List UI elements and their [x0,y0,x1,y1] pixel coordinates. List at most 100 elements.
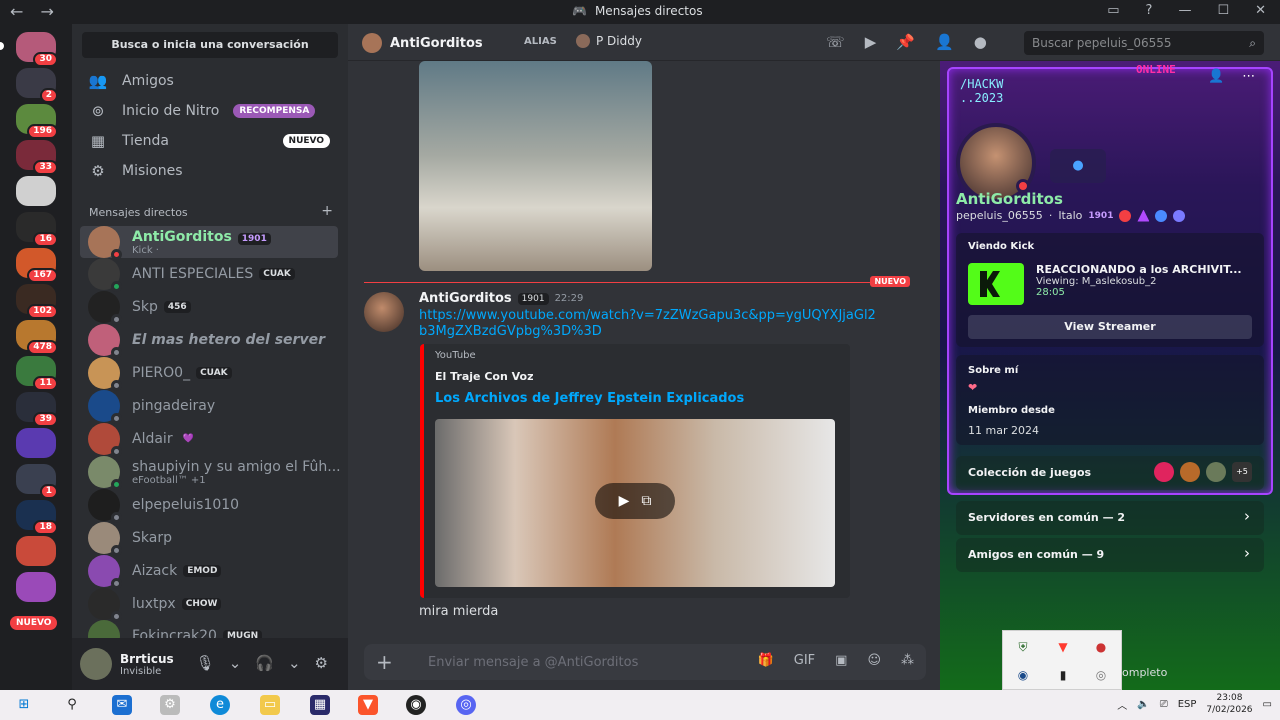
app-icon[interactable]: ● [1093,639,1109,655]
message-composer[interactable]: + Enviar mensaje a @AntiGorditos 🎁 GIF ▣… [364,644,926,680]
mutual-friends-row[interactable]: Amigos en común — 9 › [956,538,1264,572]
more-icon[interactable]: ⋯ [1242,69,1255,84]
notifications-icon[interactable]: ▭ [1263,699,1272,710]
server-icon[interactable]: 33 [16,140,58,175]
dm-item[interactable]: luxtpx CHOW [80,588,338,622]
embed-title[interactable]: Los Archivos de Jeffrey Epstein Explicad… [435,391,744,406]
sticker-icon[interactable]: ▣ [835,653,847,668]
inbox-icon[interactable]: ▭ [1107,3,1119,18]
video-thumbnail[interactable]: ▶ ⧉ [435,419,835,587]
dm-item[interactable]: Fokincrak20 MUGN [80,620,338,638]
server-icon[interactable] [16,572,56,602]
server-icon[interactable]: 2 [16,68,58,103]
conversation-search-button[interactable]: Busca o inicia una conversación [82,32,338,58]
help-icon[interactable]: ? [1146,3,1153,18]
server-icon[interactable] [16,428,56,458]
server-icon[interactable]: 30 [16,32,58,67]
dm-item[interactable]: Skarp [80,522,338,556]
server-icon[interactable]: 167 [16,248,58,283]
user-profile-icon[interactable]: ● [974,33,987,51]
settings-icon[interactable]: ⚙ [160,695,180,715]
clock[interactable]: 23:08 7/02/2026 [1206,692,1252,716]
back-icon[interactable]: ← [10,2,23,21]
add-friends-icon[interactable]: 👤 [935,33,954,51]
dm-item[interactable]: Aldair 💜 [80,423,338,457]
file-explorer-icon[interactable]: ▭ [260,695,280,715]
dm-item[interactable]: pingadeiray [80,390,338,424]
shield-icon[interactable]: ⛨ [1015,639,1031,655]
discord-tray-icon[interactable]: ◎ [1093,667,1109,683]
microphone-icon[interactable]: ▮ [1055,667,1071,683]
server-icon[interactable] [16,536,56,566]
chevron-down-icon[interactable]: ⌄ [288,654,301,672]
new-servers-badge[interactable]: NUEVO [10,616,58,630]
brave-icon[interactable]: ▼ [358,695,378,715]
nav-shop[interactable]: ▦ Tienda NUEVO [88,127,338,155]
video-call-icon[interactable]: ▶ [865,33,877,51]
message-avatar[interactable] [364,292,404,332]
chevron-down-icon[interactable]: ⌄ [229,654,242,672]
dm-item[interactable]: PIERO0_ CUAK [80,357,338,391]
dm-item[interactable]: El mas hetero del server [80,324,338,358]
nav-friends[interactable]: 👥 Amigos [88,67,338,95]
app-icon[interactable]: ▦ [310,695,330,715]
shared-photo[interactable] [419,61,652,271]
volume-icon[interactable]: 🔈 [1137,699,1149,710]
dm-item[interactable]: AntiGorditos 1901 Kick · [80,226,338,260]
youtube-link[interactable]: https://www.youtube.com/watch?v=7zZWzGap… [419,308,879,340]
games-collection-row[interactable]: Colección de juegos +5 [956,456,1264,490]
voice-call-icon[interactable]: ☏ [826,33,845,51]
maximize-icon[interactable]: ☐ [1217,3,1229,18]
chevron-up-icon[interactable]: ︿ [1117,697,1127,712]
server-icon[interactable]: 102 [16,284,58,319]
edge-icon[interactable]: e [210,695,230,715]
add-dm-icon[interactable]: + [321,204,333,219]
forward-icon[interactable]: → [41,2,54,21]
server-icon[interactable]: 1 [16,464,58,499]
search-icon[interactable]: ⚲ [62,695,82,715]
message-author[interactable]: AntiGorditos [419,291,512,306]
dm-item[interactable]: shaupiyin y su amigo el Fûh... eFootball… [80,456,341,490]
gift-icon[interactable]: 🎁 [758,653,774,668]
server-icon[interactable] [16,176,56,206]
microphone-icon[interactable]: 🎙 [196,654,215,672]
embed-author[interactable]: El Traje Con Voz [435,370,533,383]
start-icon[interactable]: ⊞ [14,695,34,715]
nav-nitro[interactable]: ⊚ Inicio de Nitro RECOMPENSA [88,97,338,125]
gif-icon[interactable]: GIF [794,653,815,668]
nav-quests[interactable]: ⚙ Misiones [88,157,338,185]
settings-gear-icon[interactable]: ⚙ [315,654,328,672]
kick-logo-icon [968,263,1024,305]
server-icon[interactable]: 11 [16,356,58,391]
server-icon[interactable]: 16 [16,212,58,247]
dm-item[interactable]: Aizack EMOD [80,555,338,589]
attach-plus-icon[interactable]: + [376,650,406,674]
brave-icon[interactable]: ▼ [1055,639,1071,655]
server-icon[interactable]: 196 [16,104,58,139]
emoji-icon[interactable]: ☺ [867,653,881,668]
mail-icon[interactable]: ✉ [112,695,132,715]
view-streamer-button[interactable]: View Streamer [968,315,1252,339]
language-indicator[interactable]: ESP [1178,699,1197,710]
composer-placeholder[interactable]: Enviar mensaje a @AntiGorditos [428,655,638,670]
mutual-servers-row[interactable]: Servidores en común — 2 › [956,501,1264,535]
discord-icon[interactable]: ◎ [456,695,476,715]
steam-icon[interactable]: ◉ [1015,667,1031,683]
minimize-icon[interactable]: — [1178,3,1191,18]
play-button[interactable]: ▶ ⧉ [595,483,675,519]
apps-icon[interactable]: ⁂ [901,653,914,668]
network-icon[interactable]: ⎚ [1160,699,1168,710]
obs-icon[interactable]: ◉ [406,695,426,715]
pinned-messages-icon[interactable]: 📌 [896,33,915,51]
server-icon[interactable]: 478 [16,320,58,355]
dm-item[interactable]: ANTI ESPECIALES CUAK [80,258,338,292]
server-icon[interactable]: 18 [16,500,58,535]
user-avatar[interactable] [80,648,112,680]
server-icon[interactable]: 39 [16,392,58,427]
close-icon[interactable]: ✕ [1255,3,1266,18]
add-friend-icon[interactable]: 👤 [1208,69,1224,84]
headphones-icon[interactable]: 🎧 [255,654,274,672]
dm-item[interactable]: Skp 456 [80,291,338,325]
chat-search-input[interactable]: Buscar pepeluis_06555 ⌕ [1024,31,1264,55]
dm-item[interactable]: elpepeluis1010 [80,489,338,523]
